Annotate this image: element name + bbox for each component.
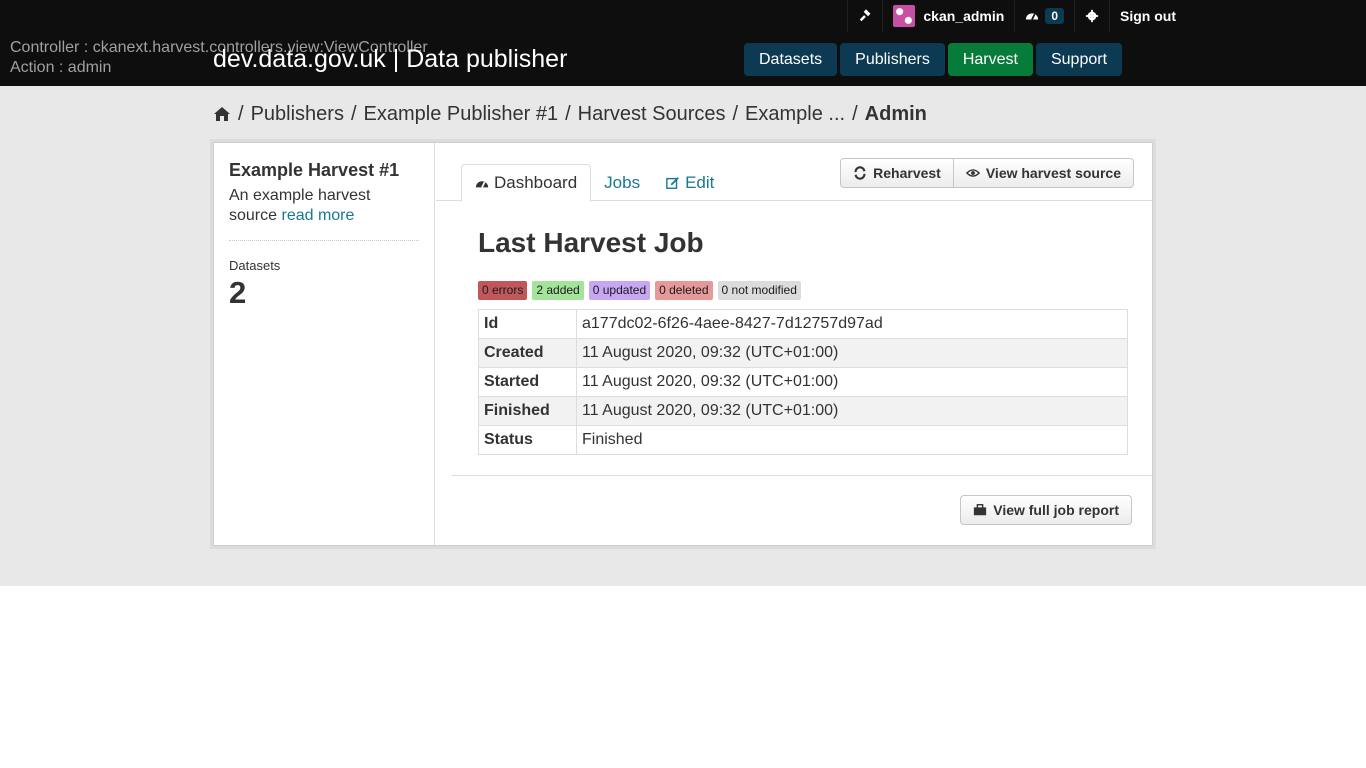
tab-dashboard-label: Dashboard <box>494 173 578 192</box>
breadcrumb-publisher[interactable]: Example Publisher #1 <box>364 103 559 126</box>
view-job-report-label: View full job report <box>993 502 1119 518</box>
tab-dashboard[interactable]: Dashboard <box>461 164 592 202</box>
refresh-icon <box>854 166 866 180</box>
breadcrumb: / Publishers / Example Publisher #1 / Ha… <box>213 102 927 126</box>
dashboard-count: 0 <box>1045 8 1064 24</box>
breadcrumb-separator: / <box>732 102 739 125</box>
row-value: 11 August 2020, 09:32 (UTC+01:00) <box>576 338 1128 368</box>
row-key: Id <box>478 309 577 339</box>
briefcase-icon <box>974 504 987 516</box>
table-row: Id a177dc02-6f26-4aee-8427-7d12757d97ad <box>478 309 1128 339</box>
nav-publishers[interactable]: Publishers <box>840 43 945 76</box>
tab-jobs[interactable]: Jobs <box>591 164 653 201</box>
row-key: Started <box>478 367 577 397</box>
view-source-button[interactable]: View harvest source <box>953 158 1134 188</box>
nav-datasets[interactable]: Datasets <box>744 43 838 76</box>
row-value: Finished <box>576 425 1128 455</box>
row-value: 11 August 2020, 09:32 (UTC+01:00) <box>576 367 1128 397</box>
gear-icon <box>1085 9 1099 23</box>
tab-edit[interactable]: Edit <box>653 164 727 201</box>
masthead: Controller : ckanext.harvest.controllers… <box>0 0 1366 86</box>
row-key: Finished <box>478 396 577 426</box>
table-row: Finished 11 August 2020, 09:32 (UTC+01:0… <box>478 396 1128 426</box>
dashboard-icon <box>475 181 489 188</box>
breadcrumb-separator: / <box>852 102 858 125</box>
edit-icon <box>666 176 679 189</box>
avatar <box>893 5 916 27</box>
user-link[interactable]: ckan_admin <box>882 0 1014 32</box>
main-nav: Datasets Publishers Harvest Support <box>744 43 1123 76</box>
breadcrumb-harvest-sources[interactable]: Harvest Sources <box>578 103 726 126</box>
view-job-report-button[interactable]: View full job report <box>960 495 1132 525</box>
source-description: An example harvest source read more <box>229 186 419 241</box>
nav-support[interactable]: Support <box>1035 43 1123 76</box>
view-source-label: View harvest source <box>985 165 1121 181</box>
eye-icon <box>965 169 980 177</box>
breadcrumb-publishers[interactable]: Publishers <box>251 103 344 126</box>
breadcrumb-separator: / <box>350 102 357 125</box>
job-title: Last Harvest Job <box>478 227 704 258</box>
home-icon[interactable] <box>213 106 231 122</box>
job-status-badges: 0 errors 2 added 0 updated 0 deleted 0 n… <box>478 281 801 300</box>
sidebar: Example Harvest #1 An example harvest so… <box>214 143 435 545</box>
job-details-table: Id a177dc02-6f26-4aee-8427-7d12757d97ad … <box>478 309 1128 455</box>
row-key: Created <box>478 338 577 368</box>
breadcrumb-current[interactable]: Admin <box>865 103 927 126</box>
source-title: Example Harvest #1 <box>229 160 400 180</box>
row-value: a177dc02-6f26-4aee-8427-7d12757d97ad <box>576 309 1128 339</box>
datasets-count: 2 <box>229 275 247 310</box>
reharvest-button[interactable]: Reharvest <box>840 158 954 188</box>
row-key: Status <box>478 425 577 455</box>
table-row: Started 11 August 2020, 09:32 (UTC+01:00… <box>478 367 1128 397</box>
breadcrumb-source[interactable]: Example ... <box>745 103 845 126</box>
signout-label: Sign out <box>1120 8 1176 24</box>
dashboard-icon <box>1026 13 1039 20</box>
site-title[interactable]: dev.data.gov.uk | Data publisher <box>213 44 567 74</box>
table-row: Created 11 August 2020, 09:32 (UTC+01:00… <box>478 338 1128 368</box>
action-buttons: Reharvest View harvest source <box>840 158 1134 188</box>
tab-jobs-label: Jobs <box>604 172 641 192</box>
dashboard-link[interactable]: 0 <box>1014 0 1074 32</box>
row-value: 11 August 2020, 09:32 (UTC+01:00) <box>576 396 1128 426</box>
main-content: Dashboard Jobs Edit Reharvest View harve <box>436 143 1152 545</box>
deleted-badge: 0 deleted <box>655 281 713 300</box>
errors-badge: 0 errors <box>478 281 528 300</box>
reharvest-label: Reharvest <box>873 165 941 181</box>
table-row: Status Finished <box>478 425 1128 455</box>
read-more-link[interactable]: read more <box>281 207 354 224</box>
gavel-icon <box>860 9 871 22</box>
signout-link[interactable]: Sign out <box>1109 0 1186 32</box>
datasets-label: Datasets <box>229 258 281 273</box>
nav-harvest[interactable]: Harvest <box>947 43 1033 76</box>
settings-link[interactable] <box>1074 0 1109 32</box>
username: ckan_admin <box>923 8 1005 24</box>
not-modified-badge: 0 not modified <box>717 281 801 300</box>
breadcrumb-separator: / <box>565 102 571 125</box>
account-masthead: ckan_admin 0 Sign out <box>847 0 1186 32</box>
tab-bar: Dashboard Jobs Edit Reharvest View harve <box>436 143 1152 202</box>
added-badge: 2 added <box>532 281 584 300</box>
tab-edit-label: Edit <box>685 172 715 192</box>
breadcrumb-separator: / <box>238 102 244 125</box>
divider <box>452 475 1152 476</box>
harvest-panel: Example Harvest #1 An example harvest so… <box>213 142 1153 546</box>
sysadmin-link[interactable] <box>847 0 882 32</box>
updated-badge: 0 updated <box>588 281 651 300</box>
tabs: Dashboard Jobs Edit <box>461 164 727 202</box>
